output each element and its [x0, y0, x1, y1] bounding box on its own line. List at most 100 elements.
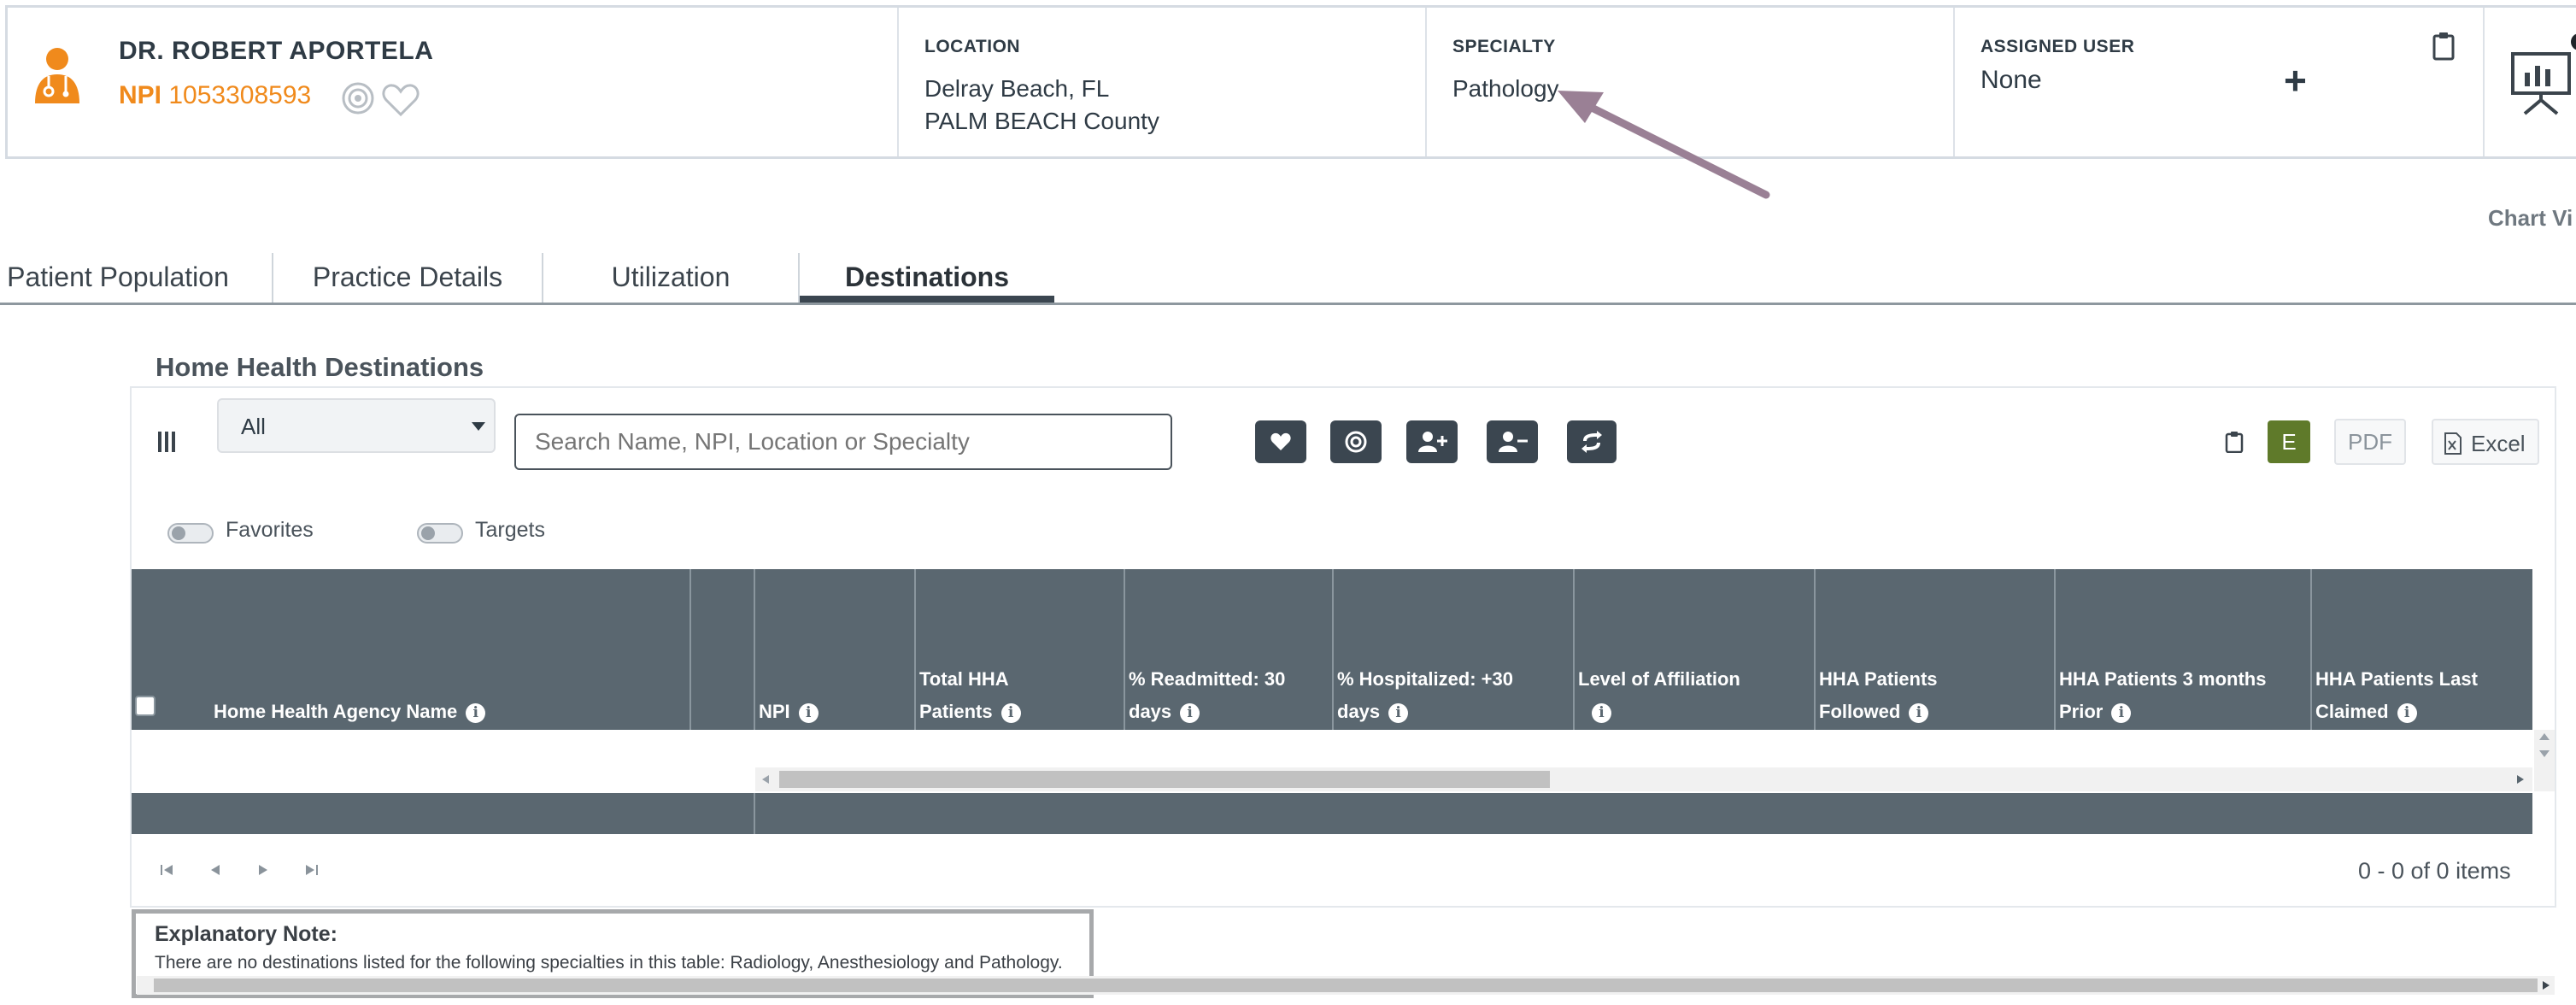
specialty-value: Pathology: [1452, 75, 1559, 102]
header-divider: [2483, 8, 2485, 156]
pager-summary: 0 - 0 of 0 items: [2358, 858, 2511, 884]
column-header-hha-patients-3-months[interactable]: HHA Patients 3 months Prior i: [2059, 663, 2266, 728]
info-icon[interactable]: i: [2397, 702, 2417, 723]
favorites-toggle[interactable]: [167, 523, 214, 544]
excel-label: Excel: [2471, 431, 2526, 456]
column-header-line1: % Readmitted: 30: [1129, 668, 1286, 690]
column-separator: [754, 569, 755, 730]
search-input[interactable]: [514, 414, 1172, 470]
info-icon[interactable]: i: [1592, 702, 1611, 723]
column-separator: [1332, 569, 1334, 730]
scroll-left-icon[interactable]: [762, 775, 769, 784]
info-icon[interactable]: i: [1000, 702, 1021, 723]
remove-user-button[interactable]: [1487, 420, 1538, 463]
location-city: Delray Beach, FL: [924, 75, 1110, 102]
tab-patient-population[interactable]: Patient Population: [0, 253, 236, 301]
targets-toggle[interactable]: [417, 523, 463, 544]
column-header-line2: Claimed: [2315, 701, 2389, 722]
clipboard-icon[interactable]: [2225, 431, 2244, 453]
column-header-line1: HHA Patients 3 months: [2059, 668, 2267, 690]
page-horizontal-scrollbar[interactable]: [137, 976, 2555, 995]
favorite-heart-icon[interactable]: [382, 83, 420, 117]
targets-toggle-label: Targets: [475, 518, 545, 542]
column-header-hha-patients-last-claimed[interactable]: HHA Patients Last Claimed i: [2315, 663, 2478, 728]
section-title: Home Health Destinations: [155, 352, 484, 382]
info-icon[interactable]: i: [466, 702, 486, 723]
doctor-icon: [35, 48, 79, 103]
tab-destinations[interactable]: Destinations: [800, 253, 1054, 301]
scroll-right-icon[interactable]: [2517, 775, 2524, 784]
info-icon[interactable]: i: [2111, 702, 2132, 723]
explanatory-note-text: There are no destinations listed for the…: [155, 953, 1063, 973]
page-scroll-thumb[interactable]: [154, 979, 2538, 992]
provider-name: DR. ROBERT APORTELA: [119, 37, 434, 65]
column-header-level-of-affiliation[interactable]: Level of Affiliation i: [1578, 663, 1740, 728]
column-header-hospitalized-30[interactable]: % Hospitalized: +30 days i: [1337, 663, 1513, 728]
pager-next-icon[interactable]: [256, 863, 270, 877]
columns-icon[interactable]: [157, 431, 176, 453]
npi-label: NPI: [119, 81, 162, 109]
column-separator: [1124, 569, 1125, 730]
column-header-line1: HHA Patients Last: [2315, 668, 2478, 690]
column-header-total-hha-patients[interactable]: Total HHA Patients i: [919, 663, 1021, 728]
column-separator: [914, 569, 916, 730]
column-header-hha-patients-followed[interactable]: HHA Patients Followed i: [1819, 663, 1938, 728]
horizontal-scrollbar[interactable]: [755, 767, 2532, 791]
tab-practice-details[interactable]: Practice Details: [273, 253, 542, 301]
column-header-line2: Prior: [2059, 701, 2104, 722]
header-divider: [897, 8, 899, 156]
grid-footer: [132, 793, 2532, 834]
select-all-checkbox[interactable]: [135, 696, 155, 716]
scroll-down-icon[interactable]: [2539, 750, 2550, 757]
notification-dot: [2571, 33, 2576, 50]
chart-view-icon[interactable]: [2509, 50, 2573, 115]
add-user-icon: [1418, 432, 1447, 452]
column-separator: [689, 569, 691, 730]
swap-button[interactable]: [1567, 420, 1617, 463]
location-label: LOCATION: [924, 37, 1021, 56]
chart-view-label[interactable]: Chart Vi: [2488, 205, 2573, 232]
header-divider: [1425, 8, 1427, 156]
export-excel-button[interactable]: Excel: [2432, 419, 2539, 465]
info-icon[interactable]: i: [1180, 702, 1200, 723]
tab-utilization[interactable]: Utilization: [543, 253, 798, 301]
provider-npi: NPI 1053308593: [119, 81, 311, 110]
filter-dropdown-value: All: [241, 414, 266, 439]
column-header-text: NPI: [759, 701, 790, 722]
location-county: PALM BEACH County: [924, 108, 1159, 134]
favorites-toggle-label: Favorites: [226, 518, 314, 542]
column-header-readmitted-30[interactable]: % Readmitted: 30 days i: [1129, 663, 1285, 728]
vertical-scrollbar[interactable]: [2534, 730, 2555, 791]
active-tab-indicator: [800, 296, 1054, 303]
target-filter-button[interactable]: [1330, 420, 1382, 463]
column-header-npi[interactable]: NPI i: [759, 696, 819, 728]
pager-first-icon[interactable]: [159, 863, 176, 877]
column-header-line2: days: [1337, 701, 1381, 722]
target-icon[interactable]: [341, 81, 375, 115]
assigned-user-value: None: [1980, 66, 2042, 94]
column-header-line1: Total HHA: [919, 668, 1009, 690]
pager-last-icon[interactable]: [302, 863, 320, 877]
info-icon[interactable]: i: [1388, 702, 1409, 723]
export-e-button[interactable]: E: [2268, 420, 2310, 463]
remove-user-icon: [1499, 432, 1528, 452]
column-header-agency-name[interactable]: Home Health Agency Name i: [214, 696, 486, 728]
column-separator: [1814, 569, 1816, 730]
favorite-filter-button[interactable]: [1255, 420, 1306, 463]
pager-prev-icon[interactable]: [208, 863, 222, 877]
clipboard-icon[interactable]: [2432, 32, 2455, 61]
info-icon[interactable]: i: [1909, 702, 1929, 723]
excel-file-icon: [2444, 432, 2462, 455]
info-icon[interactable]: i: [798, 702, 819, 723]
npi-value: 1053308593: [168, 81, 312, 109]
column-separator: [2054, 569, 2056, 730]
add-user-button[interactable]: [1406, 420, 1458, 463]
filter-dropdown[interactable]: All: [217, 398, 496, 453]
scroll-up-icon[interactable]: [2539, 733, 2550, 740]
add-assigned-user-button[interactable]: +: [2284, 57, 2307, 103]
annotation-arrow: [1558, 91, 1770, 199]
horizontal-scroll-thumb[interactable]: [779, 771, 1550, 788]
scroll-right-icon[interactable]: [2543, 981, 2550, 990]
export-pdf-button[interactable]: PDF: [2334, 419, 2406, 465]
column-separator: [754, 793, 755, 834]
